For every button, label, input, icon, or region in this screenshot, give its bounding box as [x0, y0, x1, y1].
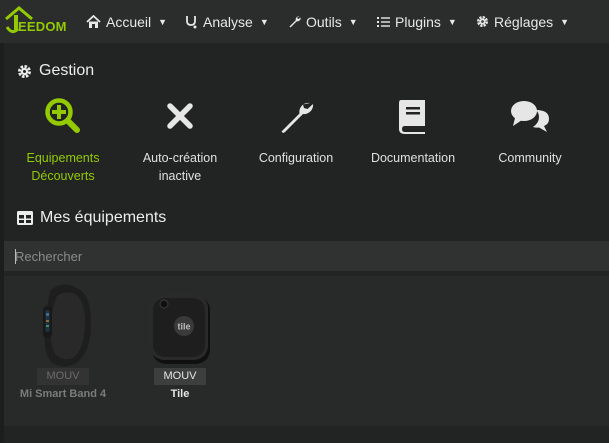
- book-icon: [399, 100, 425, 134]
- equipment-name: Tile: [170, 388, 190, 400]
- list-icon: [377, 16, 390, 27]
- mes-equipements-title: Mes équipements: [17, 209, 166, 227]
- mes-equipements-title-text: Mes équipements: [40, 209, 167, 226]
- gestion-configuration[interactable]: Configuration: [238, 95, 354, 167]
- main-panel: Gestion Equipements Découverts Auto-créa…: [4, 43, 609, 443]
- gestion-title-text: Gestion: [39, 62, 95, 79]
- chevron-down-icon: ▼: [560, 16, 570, 27]
- chevron-down-icon: ▼: [259, 16, 269, 27]
- equipment-card-mi-smart-band-4[interactable]: MOUV Mi Smart Band 4: [5, 276, 121, 406]
- wrench-icon: [281, 102, 314, 133]
- equipment-card-tile[interactable]: tile MOUV Tile: [122, 276, 238, 406]
- stethoscope-icon: [186, 15, 197, 28]
- gear-icon: [477, 16, 488, 27]
- gestion-label-line1: Community: [498, 151, 562, 165]
- gestion-label-line2: Découverts: [31, 169, 95, 183]
- home-icon: [86, 14, 101, 28]
- gestion-label-line1: Auto-création: [142, 151, 218, 165]
- gestion-auto-creation[interactable]: Auto-création inactive: [122, 95, 238, 185]
- comments-icon: [511, 101, 549, 132]
- nav-outils-label: Outils: [306, 13, 342, 30]
- chevron-down-icon: ▼: [348, 16, 358, 27]
- equipment-list: MOUV Mi Smart Band 4 tile MOUV Tile: [4, 276, 609, 426]
- gear-icon: [18, 64, 31, 78]
- gestion-label-line1: Equipements: [26, 151, 100, 165]
- nav-reglages-label: Réglages: [494, 13, 554, 30]
- table-icon: [17, 211, 33, 225]
- gestion-label-line1: Documentation: [370, 151, 456, 165]
- gestion-title: Gestion: [17, 62, 94, 80]
- gestion-grid: Equipements Découverts Auto-création ina…: [4, 95, 609, 195]
- equipment-category-badge: MOUV: [37, 368, 89, 385]
- search-input[interactable]: [4, 241, 609, 271]
- nav-plugins-label: Plugins: [395, 13, 441, 30]
- close-icon: [167, 103, 193, 129]
- equipment-category-badge: MOUV: [154, 368, 206, 385]
- gestion-documentation[interactable]: Documentation: [355, 95, 471, 167]
- search-plus-icon: [45, 98, 80, 133]
- gestion-label-line2: inactive: [158, 169, 202, 183]
- fitness-band-image: [43, 284, 91, 367]
- nav-reglages[interactable]: Réglages ▼: [476, 0, 569, 43]
- nav-outils[interactable]: Outils ▼: [288, 0, 358, 43]
- logo-text: EEDOM: [18, 19, 67, 34]
- nav-accueil-label: Accueil: [106, 13, 152, 30]
- navbar: EEDOM Accueil ▼ Analyse ▼ Outils ▼ Plugi…: [0, 0, 609, 43]
- chevron-down-icon: ▼: [158, 16, 168, 27]
- nav-analyse[interactable]: Analyse ▼: [185, 0, 269, 43]
- equipment-name: Mi Smart Band 4: [19, 388, 107, 400]
- jeedom-logo[interactable]: EEDOM: [0, 0, 80, 43]
- tile-tracker-image: tile: [150, 294, 210, 364]
- gestion-equipements-decouverts[interactable]: Equipements Découverts: [5, 95, 121, 185]
- svg-text:tile: tile: [177, 322, 190, 332]
- text-cursor: [15, 249, 16, 264]
- chevron-down-icon: ▼: [447, 16, 457, 27]
- nav-accueil[interactable]: Accueil ▼: [86, 0, 167, 43]
- nav-plugins[interactable]: Plugins ▼: [377, 0, 457, 43]
- nav-analyse-label: Analyse: [203, 13, 253, 30]
- wrench-icon: [289, 16, 301, 28]
- gestion-community[interactable]: Community: [472, 95, 588, 167]
- gestion-label-line1: Configuration: [258, 151, 334, 165]
